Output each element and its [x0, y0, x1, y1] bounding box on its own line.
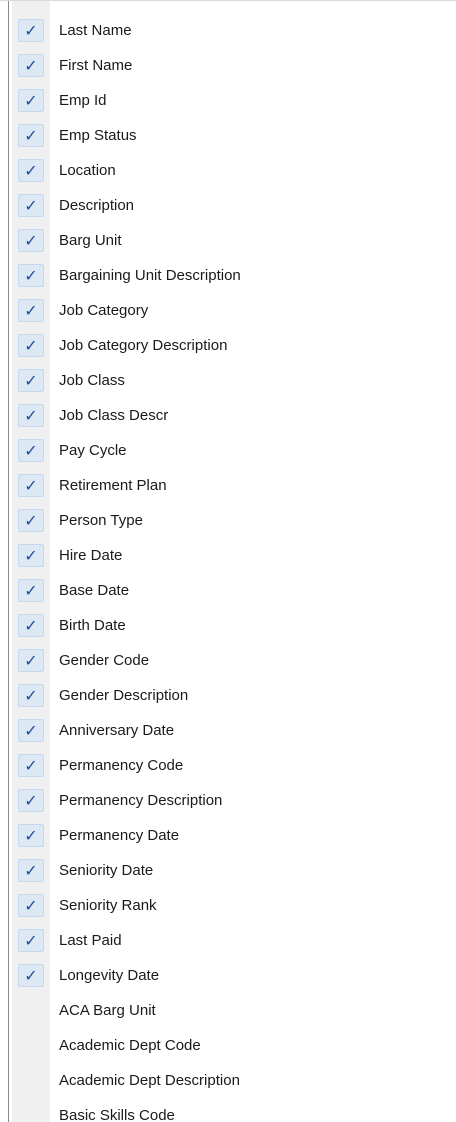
checkmark-icon: ✓: [18, 824, 44, 847]
column-menu-item[interactable]: ✓ Person Type: [0, 503, 456, 538]
column-menu-item[interactable]: ✓ Emp Id: [0, 83, 456, 118]
column-menu-item[interactable]: ✓ First Name: [0, 48, 456, 83]
column-label: Seniority Rank: [59, 897, 157, 914]
column-label: Base Date: [59, 582, 130, 599]
column-label: Gender Description: [59, 687, 189, 704]
column-label: Academic Dept Description: [59, 1072, 240, 1089]
column-label: Permanency Date: [59, 827, 180, 844]
column-label: Basic Skills Code: [59, 1107, 175, 1122]
checkmark-icon: ✓: [18, 334, 44, 357]
checkmark-icon: ✓: [18, 54, 44, 77]
column-label: Birth Date: [59, 617, 126, 634]
checkmark-icon: ✓: [18, 19, 44, 42]
column-label: Permanency Description: [59, 792, 223, 809]
column-menu-item[interactable]: ✓ Permanency Description: [0, 783, 456, 818]
column-menu-item[interactable]: ACA Barg Unit: [0, 993, 456, 1028]
checkmark-icon: ✓: [18, 299, 44, 322]
column-menu-item[interactable]: ✓ Gender Code: [0, 643, 456, 678]
column-menu-item[interactable]: ✓ Pay Cycle: [0, 433, 456, 468]
checkmark-icon: ✓: [18, 89, 44, 112]
checkmark-icon: ✓: [18, 859, 44, 882]
column-label: Retirement Plan: [59, 477, 167, 494]
checkmark-icon: ✓: [18, 194, 44, 217]
column-label: Description: [59, 197, 135, 214]
column-label: Seniority Date: [59, 862, 154, 879]
checkmark-icon: ✓: [18, 719, 44, 742]
column-label: Permanency Code: [59, 757, 184, 774]
checkmark-icon: ✓: [18, 614, 44, 637]
column-menu-item[interactable]: Academic Dept Description: [0, 1063, 456, 1098]
column-menu-item[interactable]: ✓ Retirement Plan: [0, 468, 456, 503]
checkmark-icon: ✓: [18, 439, 44, 462]
column-menu-item[interactable]: ✓ Job Category: [0, 293, 456, 328]
column-label: ACA Barg Unit: [59, 1002, 156, 1019]
column-menu-item[interactable]: ✓ Job Category Description: [0, 328, 456, 363]
column-menu-item[interactable]: ✓ Seniority Date: [0, 853, 456, 888]
column-label: Bargaining Unit Description: [59, 267, 241, 284]
column-menu-item[interactable]: Basic Skills Code: [0, 1098, 456, 1122]
column-label: Hire Date: [59, 547, 123, 564]
column-label: Last Paid: [59, 932, 122, 949]
column-menu-item[interactable]: ✓ Permanency Date: [0, 818, 456, 853]
column-menu-item[interactable]: ✓ Seniority Rank: [0, 888, 456, 923]
checkmark-icon: ✓: [18, 229, 44, 252]
column-label: Academic Dept Code: [59, 1037, 201, 1054]
column-list: ✓ Last Name ✓ First Name ✓ Emp Id ✓ Emp …: [0, 13, 456, 1122]
column-label: Job Category: [59, 302, 149, 319]
checkmark-icon: ✓: [18, 649, 44, 672]
column-menu-item[interactable]: ✓ Bargaining Unit Description: [0, 258, 456, 293]
column-menu-item[interactable]: ✓ Gender Description: [0, 678, 456, 713]
column-menu-item[interactable]: ✓ Hire Date: [0, 538, 456, 573]
column-menu-item[interactable]: Academic Dept Code: [0, 1028, 456, 1063]
column-menu-item[interactable]: ✓ Birth Date: [0, 608, 456, 643]
checkmark-icon: ✓: [18, 684, 44, 707]
checkmark-icon: ✓: [18, 369, 44, 392]
column-menu-item[interactable]: ✓ Job Class Descr: [0, 398, 456, 433]
checkmark-icon: ✓: [18, 159, 44, 182]
column-label: Job Class: [59, 372, 125, 389]
column-label: Emp Status: [59, 127, 137, 144]
column-menu-item[interactable]: ✓ Description: [0, 188, 456, 223]
checkmark-icon: ✓: [18, 929, 44, 952]
checkmark-icon: ✓: [18, 264, 44, 287]
checkmark-icon: ✓: [18, 509, 44, 532]
column-label: First Name: [59, 57, 133, 74]
column-menu-item[interactable]: ✓ Job Class: [0, 363, 456, 398]
column-label: Job Class Descr: [59, 407, 169, 424]
column-label: Barg Unit: [59, 232, 122, 249]
column-menu-item[interactable]: ✓ Emp Status: [0, 118, 456, 153]
column-menu-item[interactable]: ✓ Barg Unit: [0, 223, 456, 258]
column-menu-item[interactable]: ✓ Location: [0, 153, 456, 188]
column-label: Anniversary Date: [59, 722, 175, 739]
column-menu-item[interactable]: ✓ Longevity Date: [0, 958, 456, 993]
column-label: Person Type: [59, 512, 143, 529]
checkmark-icon: ✓: [18, 124, 44, 147]
checkmark-icon: ✓: [18, 544, 44, 567]
checkmark-icon: ✓: [18, 789, 44, 812]
column-menu-item[interactable]: ✓ Base Date: [0, 573, 456, 608]
checkmark-icon: ✓: [18, 579, 44, 602]
column-label: Location: [59, 162, 116, 179]
column-label: Emp Id: [59, 92, 107, 109]
column-menu-item[interactable]: ✓ Anniversary Date: [0, 713, 456, 748]
column-menu-item[interactable]: ✓ Last Paid: [0, 923, 456, 958]
column-label: Longevity Date: [59, 967, 160, 984]
column-chooser-menu: ✓ Last Name ✓ First Name ✓ Emp Id ✓ Emp …: [0, 0, 456, 1122]
column-label: Pay Cycle: [59, 442, 127, 459]
checkmark-icon: ✓: [18, 964, 44, 987]
column-label: Last Name: [59, 22, 132, 39]
checkmark-icon: ✓: [18, 404, 44, 427]
checkmark-icon: ✓: [18, 474, 44, 497]
checkmark-icon: ✓: [18, 894, 44, 917]
column-label: Job Category Description: [59, 337, 228, 354]
checkmark-icon: ✓: [18, 754, 44, 777]
column-menu-item[interactable]: ✓ Last Name: [0, 13, 456, 48]
column-label: Gender Code: [59, 652, 150, 669]
column-menu-item[interactable]: ✓ Permanency Code: [0, 748, 456, 783]
